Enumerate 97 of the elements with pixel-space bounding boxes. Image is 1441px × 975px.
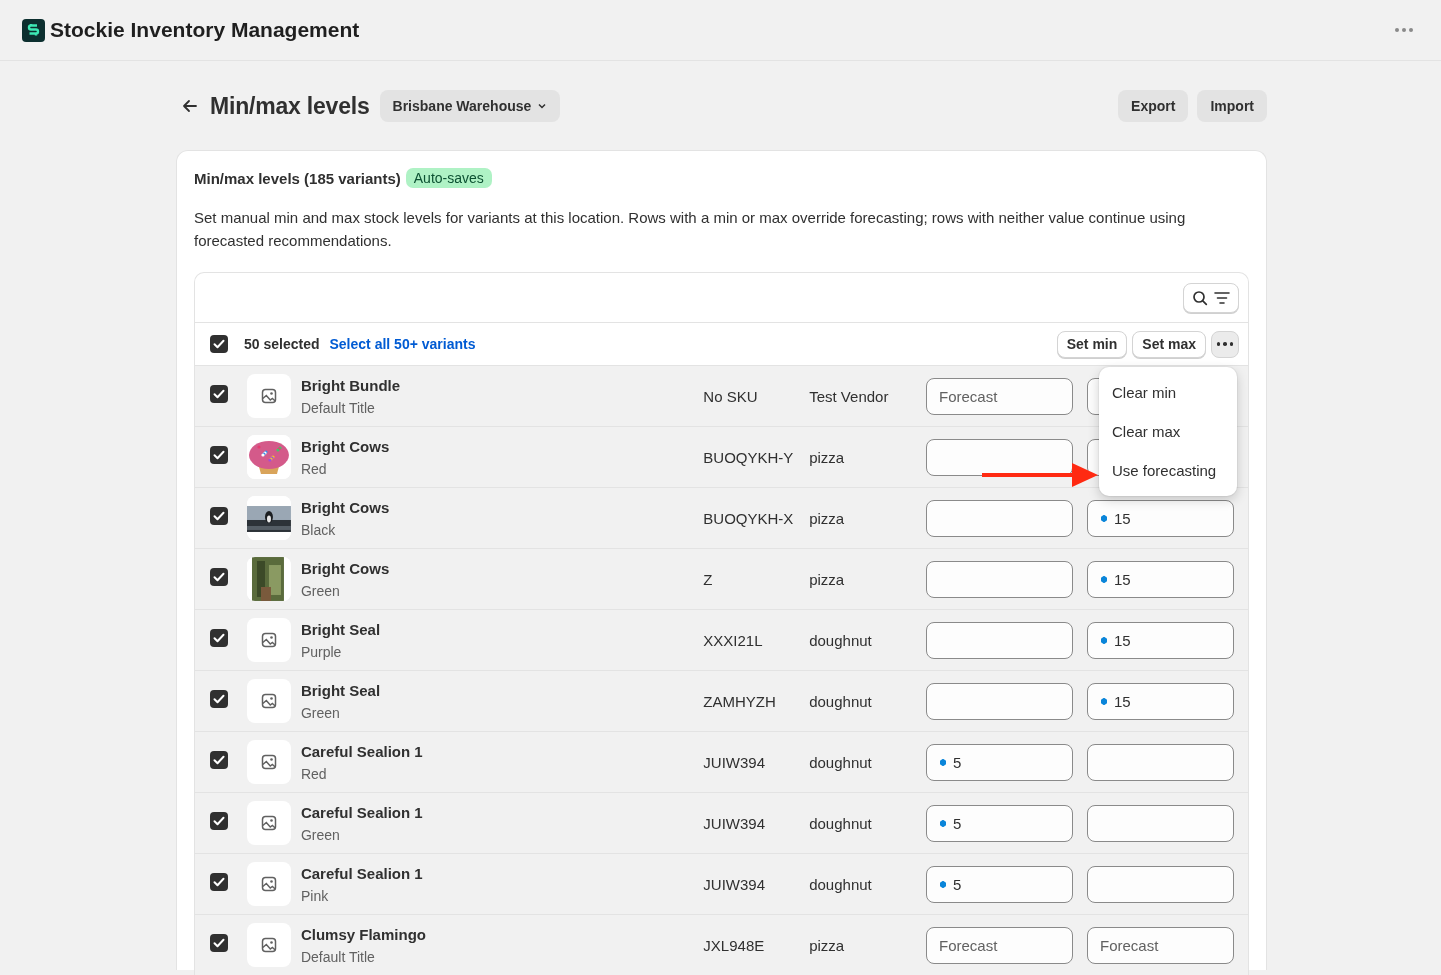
header-button[interactable]: Import	[1197, 90, 1267, 122]
checkbox[interactable]	[210, 934, 228, 952]
max-field[interactable]: 15	[1087, 560, 1234, 598]
product-name: Careful Sealion 1	[300, 742, 424, 760]
vendor-text: pizza	[809, 936, 846, 954]
checkbox[interactable]	[210, 812, 228, 830]
min-field[interactable]	[926, 621, 1073, 659]
sku-text: JUIW394	[703, 875, 767, 893]
max-field[interactable]: Forecast	[1087, 926, 1234, 964]
image-icon	[260, 632, 277, 648]
filter-icon	[1214, 290, 1230, 305]
min-field[interactable]	[926, 682, 1073, 720]
variant-name: Purple	[300, 643, 343, 660]
card-description: Set manual min and max stock levels for variants at this location. Rows with a min or max override forecasting; rows with neither value continue using forecasted recommendations.	[194, 208, 1187, 251]
min-field[interactable]: Forecast	[926, 926, 1073, 964]
sku-text: BUOQYKH-X	[703, 509, 795, 527]
min-field[interactable]	[926, 560, 1073, 598]
min-field[interactable]: 5	[926, 743, 1073, 781]
max-field[interactable]	[1087, 804, 1234, 842]
checkbox[interactable]	[210, 873, 228, 891]
sku-text: XXXI21L	[703, 631, 764, 649]
product-name: Clumsy Flamingo	[300, 925, 427, 943]
menu-item[interactable]: Clear min	[1099, 373, 1237, 412]
sku-text: BUOQYKH-Y	[703, 448, 795, 466]
variant-name: Red	[300, 460, 328, 477]
sku-text: No SKU	[703, 387, 759, 405]
sku-text: JUIW394	[703, 814, 767, 832]
vendor-text: Test Vendor	[809, 387, 890, 405]
header-button[interactable]: Export	[1118, 90, 1189, 122]
min-field[interactable]	[926, 438, 1073, 476]
variant-name: Green	[300, 826, 341, 843]
vendor-text: doughnut	[809, 814, 873, 832]
image-icon	[260, 815, 277, 831]
app-logo-icon	[22, 18, 45, 42]
min-field[interactable]: 5	[926, 804, 1073, 842]
page-title: Min/max levels	[210, 92, 370, 120]
search-icon	[1192, 289, 1208, 306]
max-field[interactable]: 15	[1087, 682, 1234, 720]
variant-name: Default Title	[300, 948, 376, 965]
menu-item[interactable]: Clear max	[1099, 412, 1237, 451]
max-field[interactable]	[1087, 865, 1234, 903]
bulk-action-button[interactable]: Set min	[1056, 330, 1128, 358]
checkbox[interactable]	[210, 507, 228, 525]
checkbox[interactable]	[210, 751, 228, 769]
vendor-text: doughnut	[809, 631, 873, 649]
checkbox[interactable]	[210, 690, 228, 708]
variant-name: Default Title	[300, 399, 376, 416]
max-field[interactable]: 15	[1087, 499, 1234, 537]
checkbox[interactable]	[210, 446, 228, 464]
image-icon	[260, 693, 277, 709]
image-icon	[260, 388, 277, 404]
checkbox[interactable]	[210, 568, 228, 586]
sku-text: Z	[703, 570, 714, 588]
image-icon	[260, 754, 277, 770]
checkbox[interactable]	[210, 335, 228, 353]
product-name: Bright Cows	[300, 559, 391, 577]
variant-name: Black	[300, 521, 337, 538]
image-icon	[260, 937, 277, 953]
product-name: Careful Sealion 1	[300, 803, 424, 821]
checkbox[interactable]	[210, 629, 228, 647]
product-name: Bright Seal	[300, 620, 382, 638]
vendor-text: pizza	[809, 509, 846, 527]
product-name: Bright Seal	[300, 681, 382, 699]
min-field[interactable]	[926, 499, 1073, 537]
sku-text: JUIW394	[703, 753, 767, 771]
product-name: Bright Bundle	[300, 376, 402, 394]
product-name: Bright Cows	[300, 437, 391, 455]
sku-text: ZAMHYZH	[703, 692, 777, 710]
select-all-link[interactable]: Select all 50+ variants	[329, 336, 476, 352]
app-title: Stockie Inventory Management	[50, 18, 360, 42]
menu-item[interactable]: Use forecasting	[1099, 451, 1237, 490]
status-badge: Auto-saves	[405, 168, 492, 188]
min-field[interactable]: 5	[926, 865, 1073, 903]
max-field[interactable]	[1087, 743, 1234, 781]
variant-name: Green	[300, 582, 341, 599]
selection-count: 50 selected	[244, 336, 320, 352]
vendor-text: doughnut	[809, 692, 873, 710]
product-name: Careful Sealion 1	[300, 864, 424, 882]
vendor-text: pizza	[809, 570, 846, 588]
location-dropdown[interactable]: Brisbane Warehouse	[379, 90, 561, 122]
min-field[interactable]: Forecast	[926, 377, 1073, 415]
variant-name: Red	[300, 765, 328, 782]
vendor-text: pizza	[809, 448, 846, 466]
bulk-action-button[interactable]: Set max	[1132, 330, 1206, 358]
more-actions-button[interactable]	[1211, 330, 1239, 358]
vendor-text: doughnut	[809, 753, 873, 771]
card-title: Min/max levels (185 variants)	[194, 169, 401, 187]
max-field[interactable]: 15	[1087, 621, 1234, 659]
image-icon	[260, 876, 277, 892]
product-name: Bright Cows	[300, 498, 391, 516]
chevron-down-icon	[537, 101, 548, 111]
vendor-text: doughnut	[809, 875, 873, 893]
variant-name: Pink	[300, 887, 330, 904]
sku-text: JXL948E	[703, 936, 766, 954]
checkbox[interactable]	[210, 385, 228, 403]
search-filter-button[interactable]	[1183, 282, 1239, 313]
variant-name: Green	[300, 704, 341, 721]
